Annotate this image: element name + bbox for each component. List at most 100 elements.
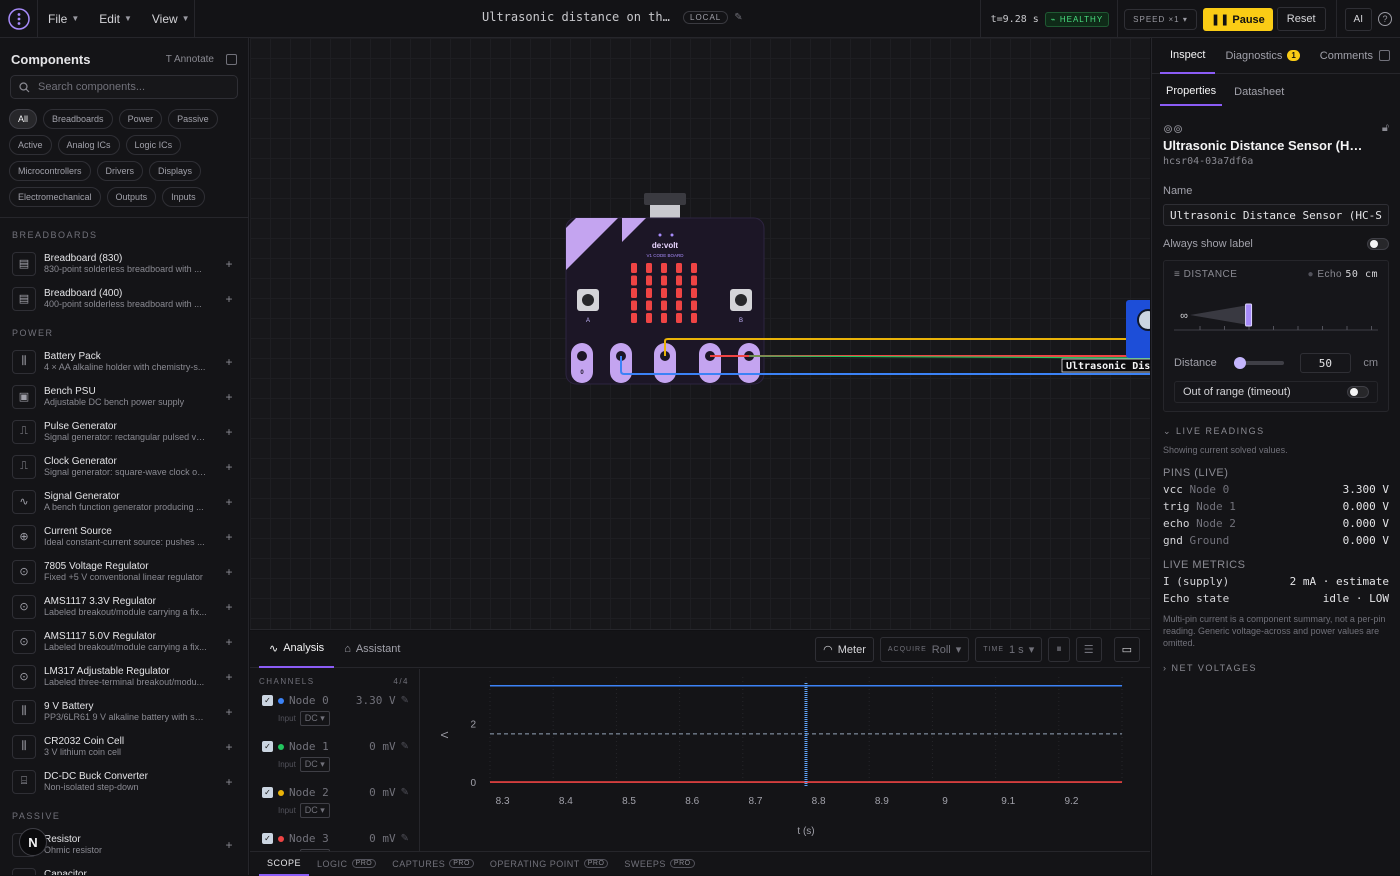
distance-slider[interactable] — [1233, 357, 1284, 369]
add-icon[interactable]: + — [222, 838, 236, 852]
filter-chip-inputs[interactable]: Inputs — [162, 187, 205, 207]
menu-edit[interactable]: Edit ▼ — [89, 0, 142, 38]
reset-button[interactable]: Reset — [1276, 7, 1326, 31]
component-item[interactable]: ⫼ Battery Pack 4 × AA alkaline holder with… — [0, 344, 248, 379]
filter-chip-microcontrollers[interactable]: Microcontrollers — [9, 161, 91, 181]
add-icon[interactable]: + — [222, 530, 236, 544]
panel-toggle-icon[interactable]: ▭ — [1113, 637, 1140, 662]
distance-visual[interactable]: ∞ — [1174, 290, 1378, 340]
app-logo[interactable] — [0, 0, 38, 38]
document-title[interactable]: Ultrasonic distance on the micro:bit — [482, 10, 677, 24]
subtab-datasheet[interactable]: Datasheet — [1228, 78, 1290, 106]
component-item[interactable]: ▤ Breadboard (830) 830-point solderless br… — [0, 246, 248, 281]
circuit-canvas[interactable]: de:volt V1 CODE BOARD A B 0 Ultrasonic D… — [250, 38, 1150, 630]
pause-button[interactable]: ❚❚ Pause — [1202, 7, 1273, 31]
component-item[interactable]: ⊙ AMS1117 5.0V Regulator Labeled breakout/… — [0, 624, 248, 659]
search-input[interactable] — [38, 81, 228, 93]
tab-analysis[interactable]: ∿ Analysis — [259, 631, 335, 668]
filter-chip-all[interactable]: All — [9, 109, 38, 129]
menu-view[interactable]: View ▼ — [142, 0, 200, 38]
component-item[interactable]: ⫼ CR2032 Coin Cell 3 V lithium coin cell + — [0, 729, 248, 764]
add-icon[interactable]: + — [222, 775, 236, 789]
collapse-panel-icon[interactable] — [1379, 50, 1390, 61]
edit-icon[interactable]: ✎ — [734, 12, 742, 23]
add-icon[interactable]: + — [222, 257, 236, 271]
edit-icon[interactable]: ✎ — [401, 741, 409, 752]
help-icon[interactable]: ? — [1378, 12, 1392, 26]
add-icon[interactable]: + — [222, 292, 236, 306]
filter-chip-power[interactable]: Power — [118, 109, 163, 129]
component-item[interactable]: ⊙ LM317 Adjustable Regulator Labeled three… — [0, 659, 248, 694]
settings-sliders-icon[interactable]: ☰ — [1075, 637, 1102, 662]
filter-chip-analog-ics[interactable]: Analog ICs — [57, 135, 120, 155]
annotate-button[interactable]: T Annotate — [166, 54, 214, 65]
filter-chip-electromechanical[interactable]: Electromechanical — [9, 187, 101, 207]
acquire-select[interactable]: ACQUIRE Roll ▾ — [879, 637, 970, 662]
component-item[interactable]: ▣ Bench PSU Adjustable DC bench power supp… — [0, 379, 248, 414]
coupling-select[interactable]: DC ▾ — [299, 757, 330, 772]
tab-scope[interactable]: SCOPE — [259, 852, 310, 876]
component-item[interactable]: ⎍ Clock Generator Signal generator: square… — [0, 449, 248, 484]
add-icon[interactable]: + — [222, 495, 236, 509]
menu-file[interactable]: File ▼ — [38, 0, 89, 38]
tab-sweeps[interactable]: SWEEPS PRO — [616, 852, 702, 876]
add-icon[interactable]: + — [222, 600, 236, 614]
component-item[interactable]: ▤ Breadboard (400) 400-point solderless br… — [0, 281, 248, 316]
add-icon[interactable]: + — [222, 355, 236, 369]
coupling-select[interactable]: DC ▾ — [299, 803, 330, 818]
meter-button[interactable]: ◠ Meter — [815, 637, 874, 662]
distance-slider-knob[interactable] — [1233, 357, 1246, 369]
out-of-range-toggle[interactable] — [1347, 386, 1369, 398]
tab-operating-point[interactable]: OPERATING POINT PRO — [482, 852, 617, 876]
filter-chip-active[interactable]: Active — [9, 135, 52, 155]
add-icon[interactable]: + — [222, 390, 236, 404]
component-item[interactable]: ⊣⊢ CapacitorCapacitor with configurable s… — [0, 862, 248, 875]
speed-select[interactable]: SPEED ×1 ▾ — [1124, 8, 1197, 30]
filter-chip-logic-ics[interactable]: Logic ICs — [125, 135, 182, 155]
add-icon[interactable]: + — [222, 635, 236, 649]
filter-chip-passive[interactable]: Passive — [168, 109, 218, 129]
coupling-select[interactable]: DC ▾ — [299, 711, 330, 726]
search-box[interactable] — [10, 75, 238, 99]
always-show-label-toggle[interactable] — [1367, 238, 1389, 250]
component-item[interactable]: ⊙ 7805 Voltage Regulator Fixed +5 V conven… — [0, 554, 248, 589]
distance-input[interactable]: 50 — [1299, 353, 1352, 373]
add-icon[interactable]: + — [222, 565, 236, 579]
add-icon[interactable]: + — [222, 670, 236, 684]
component-item[interactable]: ⫼ 9 V Battery PP3/6LR61 9 V alkaline batte… — [0, 694, 248, 729]
pause-trace-button[interactable]: ⏸ — [1048, 637, 1070, 662]
channel-checkbox[interactable]: ✓ — [262, 741, 273, 752]
name-input[interactable] — [1163, 204, 1389, 226]
ai-button[interactable]: AI — [1344, 7, 1372, 31]
component-item[interactable]: ⊙ AMS1117 3.3V Regulator Labeled breakout/… — [0, 589, 248, 624]
collapse-sidebar-icon[interactable] — [226, 54, 237, 65]
filter-chip-displays[interactable]: Displays — [149, 161, 202, 181]
edit-icon[interactable]: ✎ — [401, 833, 409, 844]
channel-checkbox[interactable]: ✓ — [262, 787, 273, 798]
lock-icon[interactable]: 🔓︎ — [1382, 122, 1389, 136]
add-icon[interactable]: + — [222, 460, 236, 474]
component-item[interactable]: ⎍ Pulse Generator Signal generator: rectan… — [0, 414, 248, 449]
live-readings-header[interactable]: ⌄ LIVE READINGS — [1163, 426, 1389, 437]
add-icon[interactable]: + — [222, 705, 236, 719]
tab-logic[interactable]: LOGIC PRO — [309, 852, 384, 876]
add-icon[interactable]: + — [222, 425, 236, 439]
component-item[interactable]: ⊕ Current Source Ideal constant-current so… — [0, 519, 248, 554]
add-icon[interactable]: + — [222, 740, 236, 754]
component-item[interactable]: ⌸ DC-DC Buck Converter Non-isolated step-d… — [0, 764, 248, 799]
filter-chip-outputs[interactable]: Outputs — [106, 187, 157, 207]
tab-inspect[interactable]: Inspect — [1160, 38, 1216, 74]
channel-checkbox[interactable]: ✓ — [262, 833, 273, 844]
subtab-properties[interactable]: Properties — [1160, 78, 1223, 106]
time-select[interactable]: TIME 1 s ▾ — [975, 637, 1043, 662]
edit-icon[interactable]: ✎ — [401, 695, 409, 706]
edit-icon[interactable]: ✎ — [401, 787, 409, 798]
user-avatar[interactable]: N — [19, 828, 47, 856]
filter-chip-breadboards[interactable]: Breadboards — [43, 109, 113, 129]
scope-plot[interactable]: V 2 0 8.3 8.4 8.5 8.6 8.7 8.8 8.9 9 9.1 9.2 t (s) — [421, 669, 1150, 851]
filter-chip-drivers[interactable]: Drivers — [96, 161, 144, 181]
target-marker[interactable] — [1245, 303, 1253, 327]
tab-captures[interactable]: CAPTURES PRO — [384, 852, 482, 876]
channel-checkbox[interactable]: ✓ — [262, 695, 273, 706]
tab-diagnostics[interactable]: Diagnostics 1 — [1215, 38, 1309, 74]
